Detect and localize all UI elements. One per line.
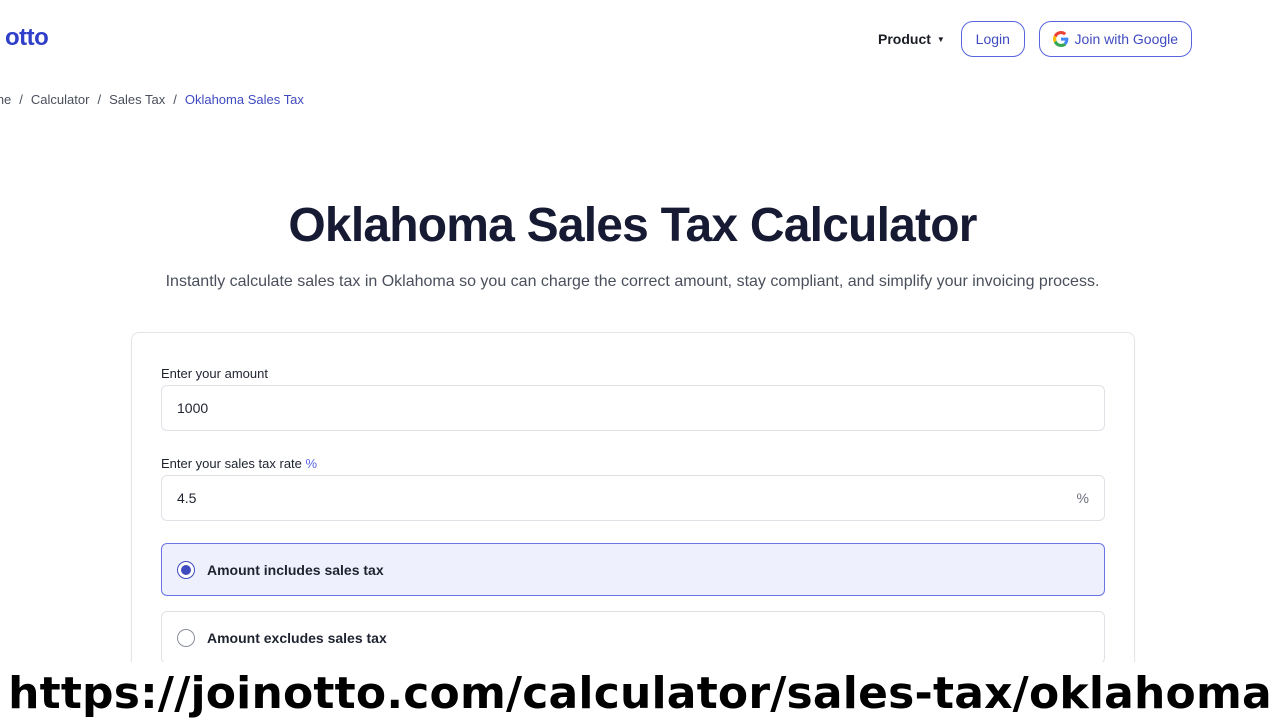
option-includes-tax-label: Amount includes sales tax [207,561,384,578]
otto-logo[interactable]: otto [5,24,49,52]
percent-suffix: % [1076,490,1089,506]
radio-selected-icon[interactable] [177,560,195,579]
amount-field[interactable] [161,385,1105,431]
rate-field[interactable]: % [161,475,1105,521]
login-button[interactable]: Login [960,21,1025,57]
breadcrumb-separator: / [97,92,102,107]
product-menu-label: Product [878,31,931,47]
rate-label-text: Enter your sales tax rate [161,456,302,471]
url-caption: https://joinotto.com/calculator/sales-ta… [8,668,1272,719]
rate-input[interactable] [177,490,1077,506]
rate-label-percent: % [305,456,318,471]
page-title: Oklahoma Sales Tax Calculator [288,199,977,252]
breadcrumb-separator: / [19,92,23,107]
join-with-google-button[interactable]: Join with Google [1038,21,1192,57]
amount-label: Enter your amount [161,366,268,381]
login-button-label: Login [975,31,1010,47]
caret-down-icon: ▼ [936,34,945,44]
join-with-google-label: Join with Google [1074,31,1179,47]
top-nav: Product ▼ Login Join with Google [878,21,1192,57]
breadcrumb-calculator[interactable]: Calculator [31,92,90,107]
amount-label-text: Enter your amount [161,366,268,381]
rate-label: Enter your sales tax rate % [161,456,317,471]
page: otto Product ▼ Login Join with Google om… [0,0,1280,720]
google-icon [1052,31,1069,47]
option-excludes-tax[interactable]: Amount excludes sales tax [161,611,1105,664]
breadcrumb: ome / Calculator / Sales Tax / Oklahoma … [0,92,304,107]
breadcrumb-sales-tax[interactable]: Sales Tax [109,92,165,107]
product-menu[interactable]: Product ▼ [878,31,945,47]
breadcrumb-separator: / [173,92,177,107]
calculator-card: Enter your amount Enter your sales tax r… [131,332,1135,672]
amount-input[interactable] [177,400,1089,416]
breadcrumb-home[interactable]: ome [0,92,11,107]
radio-unselected-icon[interactable] [177,628,195,647]
breadcrumb-current[interactable]: Oklahoma Sales Tax [185,92,304,107]
option-excludes-tax-label: Amount excludes sales tax [207,629,387,646]
page-subtitle: Instantly calculate sales tax in Oklahom… [165,273,1100,290]
option-includes-tax[interactable]: Amount includes sales tax [161,543,1105,596]
